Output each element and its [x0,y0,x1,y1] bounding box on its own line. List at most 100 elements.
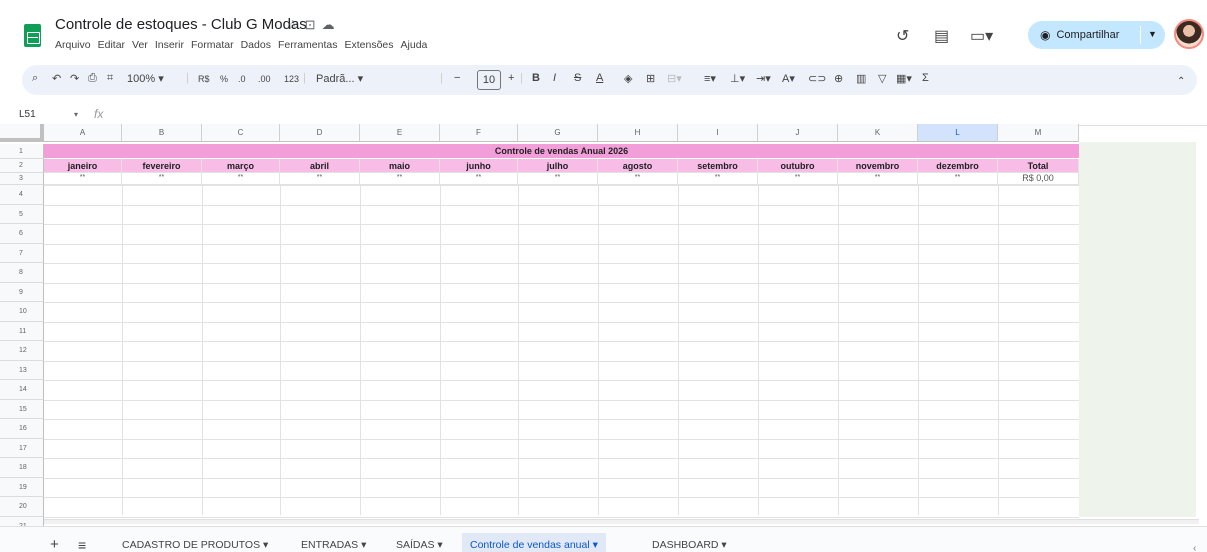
number-format-button[interactable]: 123 [284,74,299,84]
meet-icon[interactable]: ▭▾ [970,26,993,46]
month-header-cell[interactable]: maio [360,159,440,173]
column-header-i[interactable]: I [678,124,758,142]
row-header[interactable]: 17 [0,438,44,458]
column-header-g[interactable]: G [518,124,598,142]
row-header[interactable]: 14 [0,380,44,400]
avatar[interactable] [1174,19,1204,49]
document-title[interactable]: Controle de estoques - Club G Modas [55,16,307,33]
menu-formatar[interactable]: Formatar [191,39,234,51]
row-header[interactable]: 5 [0,204,44,224]
column-header-d[interactable]: D [280,124,360,142]
strikethrough-icon[interactable]: S [574,72,581,84]
sheet-title-cell[interactable]: Controle de vendas Anual 2026 [44,144,1079,158]
menu-dados[interactable]: Dados [241,39,271,51]
name-box-dropdown-icon[interactable]: ▾ [74,110,78,119]
text-color-button[interactable]: A [596,72,603,84]
menu-arquivo[interactable]: Arquivo [55,39,91,51]
row-header[interactable]: 8 [0,263,44,283]
column-header-m[interactable]: M [998,124,1079,142]
vertical-align-icon[interactable]: ⊥▾ [730,72,745,85]
value-cell[interactable]: ** [44,173,122,185]
percent-format-button[interactable]: % [220,74,228,84]
borders-icon[interactable]: ⊞ [646,72,655,85]
menu-extensoes[interactable]: Extensões [344,39,393,51]
row-header[interactable]: 11 [0,321,44,341]
menu-inserir[interactable]: Inserir [155,39,184,51]
month-header-cell[interactable]: setembro [678,159,758,173]
row-header[interactable]: 12 [0,341,44,361]
column-header-h[interactable]: H [598,124,678,142]
row-header[interactable]: 13 [0,360,44,380]
column-header-f[interactable]: F [440,124,518,142]
fill-color-icon[interactable]: ◈ [624,72,632,85]
functions-icon[interactable]: Σ [922,72,929,84]
value-cell[interactable]: ** [122,173,202,185]
month-header-cell[interactable]: março [202,159,280,173]
menu-ajuda[interactable]: Ajuda [401,39,428,51]
month-header-cell[interactable]: julho [518,159,598,173]
row-header[interactable]: 3 [0,173,44,185]
row-header[interactable]: 6 [0,224,44,244]
filter-icon[interactable]: ▽ [878,72,886,85]
month-header-cell[interactable]: junho [440,159,518,173]
italic-button[interactable]: I [553,72,556,84]
insert-chart-icon[interactable]: ▥ [856,72,866,85]
column-header-k[interactable]: K [838,124,918,142]
redo-icon[interactable]: ↷ [70,72,79,85]
insert-comment-icon[interactable]: ⊕ [834,72,843,85]
font-size-input[interactable]: 10 [477,70,501,90]
row-header[interactable]: 20 [0,497,44,517]
value-cell[interactable]: ** [360,173,440,185]
column-header-a[interactable]: A [44,124,122,142]
value-cell[interactable]: ** [202,173,280,185]
zoom-select[interactable]: 100% ▾ [127,72,164,85]
decrease-font-size-icon[interactable]: − [454,72,460,84]
tab-cadastro-de-produtos[interactable]: CADASTRO DE PRODUTOS ▾ [122,539,268,551]
month-header-cell[interactable]: outubro [758,159,838,173]
tab-dashboard[interactable]: DASHBOARD ▾ [652,539,727,551]
value-cell[interactable]: ** [518,173,598,185]
history-icon[interactable]: ↺ [896,26,909,46]
menu-ferramentas[interactable]: Ferramentas [278,39,338,51]
value-cell[interactable]: ** [918,173,998,185]
row-header[interactable]: 19 [0,477,44,497]
move-folder-icon[interactable]: ⊡ [305,17,322,32]
add-sheet-icon[interactable]: + [50,536,59,552]
share-button[interactable]: ◉ Compartilhar ▼ [1028,21,1165,49]
tab-entradas[interactable]: ENTRADAS ▾ [301,539,366,551]
row-header[interactable]: 2 [0,159,44,173]
increase-decimal-button[interactable]: .00 [258,74,271,84]
month-header-cell[interactable]: agosto [598,159,678,173]
currency-format-button[interactable]: R$ [198,74,210,84]
value-cell[interactable]: ** [598,173,678,185]
share-dropdown-icon[interactable]: ▼ [1148,29,1157,39]
value-cell[interactable]: ** [440,173,518,185]
row-header[interactable]: 1 [0,144,44,159]
select-all-corner[interactable] [0,124,44,142]
row-header[interactable]: 10 [0,302,44,322]
column-header-j[interactable]: J [758,124,838,142]
row-header[interactable]: 15 [0,399,44,419]
all-sheets-icon[interactable]: ≡ [78,537,86,552]
decrease-decimal-button[interactable]: .0 [238,74,246,84]
star-icon[interactable]: ☆ [287,17,305,32]
value-cell[interactable]: ** [280,173,360,185]
filter-views-icon[interactable]: ▦▾ [896,72,912,85]
row-header[interactable]: 9 [0,282,44,302]
text-rotation-icon[interactable]: A▾ [782,72,795,85]
month-header-cell[interactable]: fevereiro [122,159,202,173]
print-icon[interactable]: ⎙ [88,72,97,85]
column-header-b[interactable]: B [122,124,202,142]
column-header-e[interactable]: E [360,124,440,142]
tab-controle-de-vendas-anual[interactable]: Controle de vendas anual ▾ [462,533,606,552]
month-header-cell[interactable]: abril [280,159,360,173]
increase-font-size-icon[interactable]: + [508,72,514,84]
name-box[interactable]: L51 [19,109,36,120]
column-header-l[interactable]: L [918,124,998,142]
sheets-logo-icon[interactable] [24,24,41,47]
month-header-cell[interactable]: novembro [838,159,918,173]
row-header[interactable]: 16 [0,419,44,439]
paint-format-icon[interactable]: ⌗ [107,72,113,85]
menu-ver[interactable]: Ver [132,39,148,51]
row-header[interactable]: 18 [0,458,44,478]
